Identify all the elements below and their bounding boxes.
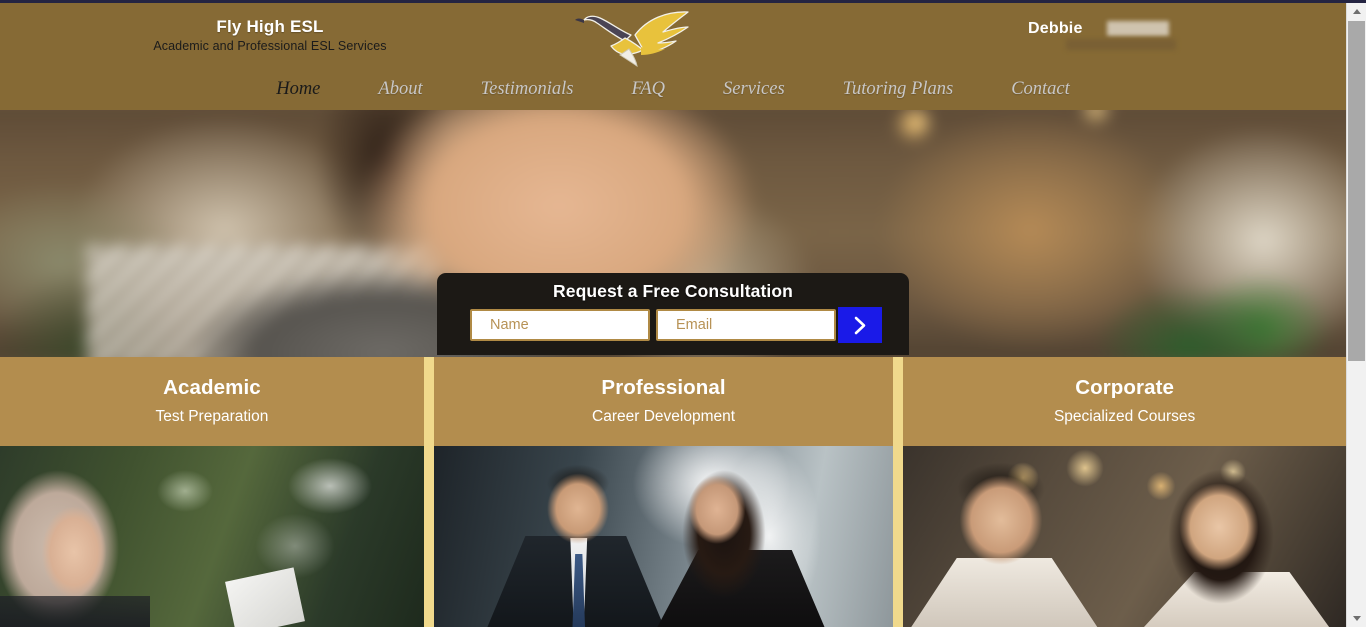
account-redacted-detail xyxy=(1066,39,1176,50)
corporate-students-photo[interactable] xyxy=(903,446,1346,627)
browser-chrome-strip xyxy=(0,0,1366,3)
email-input[interactable] xyxy=(656,309,836,341)
category-card-subtitle: Specialized Courses xyxy=(1053,408,1196,425)
photo-divider-1 xyxy=(423,446,434,627)
scroll-down-arrow-icon[interactable] xyxy=(1347,610,1366,627)
chevron-right-icon xyxy=(852,316,869,335)
photo-divider-2 xyxy=(893,446,904,627)
category-photos-row xyxy=(0,446,1346,627)
card-divider-1 xyxy=(423,357,434,446)
brand-title: Fly High ESL xyxy=(216,17,324,36)
category-card-subtitle: Career Development xyxy=(592,408,736,425)
category-card-title: Corporate xyxy=(1075,376,1175,399)
name-input[interactable] xyxy=(470,309,650,341)
brand-block[interactable]: Fly High ESL Academic and Professional E… xyxy=(0,16,540,55)
main-navigation: Home About Testimonials FAQ Services Tut… xyxy=(0,77,1346,110)
flying-eagle-logo-icon[interactable] xyxy=(575,5,699,67)
brand-tagline: Academic and Professional ESL Services xyxy=(153,39,387,53)
category-card-professional[interactable]: Professional Career Development xyxy=(434,357,894,446)
nav-item-about[interactable]: About xyxy=(349,77,451,101)
nav-item-services[interactable]: Services xyxy=(694,77,814,101)
business-professionals-photo[interactable] xyxy=(433,446,894,627)
category-card-title: Professional xyxy=(601,376,726,399)
scrollbar-thumb[interactable] xyxy=(1348,21,1365,361)
nav-item-faq[interactable]: FAQ xyxy=(602,77,694,101)
nav-item-contact[interactable]: Contact xyxy=(982,77,1099,101)
page-viewport: Fly High ESL Academic and Professional E… xyxy=(0,3,1346,627)
page-scrollbar[interactable] xyxy=(1346,3,1366,627)
category-cards-row: Academic Test Preparation Professional C… xyxy=(0,357,1346,446)
category-card-title: Academic xyxy=(163,376,261,399)
hero-section: Request a Free Consultation xyxy=(0,110,1346,357)
consultation-panel: Request a Free Consultation xyxy=(437,273,909,355)
consultation-form xyxy=(470,307,882,343)
card-divider-2 xyxy=(893,357,904,446)
browser-page: Fly High ESL Academic and Professional E… xyxy=(0,0,1366,627)
account-name: Debbie xyxy=(1028,20,1083,37)
account-block[interactable]: Debbie xyxy=(1028,19,1228,59)
nav-item-tutoring-plans[interactable]: Tutoring Plans xyxy=(814,77,983,101)
student-with-pen-photo[interactable] xyxy=(0,446,424,627)
consultation-submit-button[interactable] xyxy=(838,307,882,343)
nav-item-testimonials[interactable]: Testimonials xyxy=(452,77,603,101)
category-card-academic[interactable]: Academic Test Preparation xyxy=(0,357,424,446)
nav-item-home[interactable]: Home xyxy=(247,77,349,101)
site-header: Fly High ESL Academic and Professional E… xyxy=(0,3,1346,110)
category-card-subtitle: Test Preparation xyxy=(155,408,269,425)
consultation-title: Request a Free Consultation xyxy=(553,281,793,301)
category-card-corporate[interactable]: Corporate Specialized Courses xyxy=(903,357,1346,446)
scroll-up-arrow-icon[interactable] xyxy=(1347,3,1366,20)
account-redacted-surname xyxy=(1107,21,1169,36)
